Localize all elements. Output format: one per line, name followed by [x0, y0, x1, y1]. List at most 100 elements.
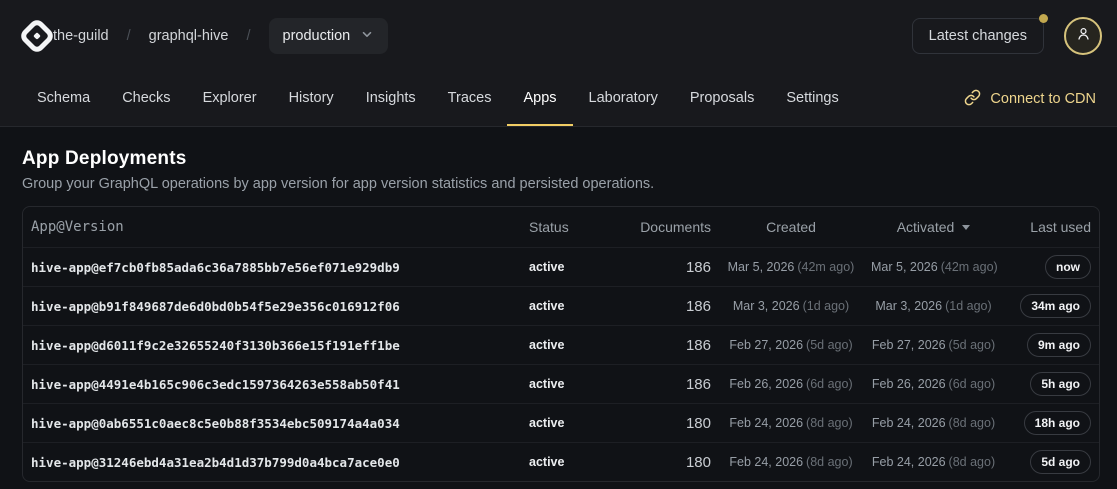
- activated-date: Feb 26, 2026: [872, 377, 946, 391]
- created-date: Feb 24, 2026: [729, 416, 803, 430]
- created-cell: Feb 24, 2026(8d ago): [711, 455, 871, 469]
- column-header-documents: Documents: [621, 219, 711, 235]
- tab-insights[interactable]: Insights: [350, 72, 432, 126]
- column-header-activated[interactable]: Activated: [871, 219, 996, 235]
- last-used-badge: 18h ago: [1024, 411, 1091, 435]
- created-date: Mar 3, 2026: [733, 299, 800, 313]
- activated-relative: (6d ago): [949, 377, 996, 391]
- created-cell: Mar 5, 2026(42m ago): [711, 260, 871, 274]
- last-used-badge: 34m ago: [1020, 294, 1091, 318]
- last-used-cell: 18h ago: [996, 411, 1099, 435]
- last-used-cell: 9m ago: [996, 333, 1099, 357]
- documents-count: 186: [621, 337, 711, 354]
- activated-sort-label: Activated: [897, 219, 955, 235]
- documents-count: 186: [621, 259, 711, 276]
- activated-relative: (1d ago): [945, 299, 992, 313]
- status-value: active: [521, 455, 621, 469]
- created-relative: (8d ago): [806, 455, 853, 469]
- created-date: Feb 24, 2026: [729, 455, 803, 469]
- notification-dot: [1039, 14, 1048, 23]
- tab-traces[interactable]: Traces: [432, 72, 508, 126]
- tab-checks[interactable]: Checks: [106, 72, 186, 126]
- app-version: hive-app@ef7cb0fb85ada6c36a7885bb7e56ef0…: [23, 260, 521, 275]
- tab-schema[interactable]: Schema: [21, 72, 106, 126]
- activated-cell: Feb 26, 2026(6d ago): [871, 377, 996, 391]
- activated-cell: Feb 24, 2026(8d ago): [871, 455, 996, 469]
- breadcrumb-separator: /: [246, 28, 250, 44]
- table-row[interactable]: hive-app@ef7cb0fb85ada6c36a7885bb7e56ef0…: [23, 247, 1099, 286]
- app-version: hive-app@31246ebd4a31ea2b4d1d37b799d0a4b…: [23, 455, 521, 470]
- created-cell: Feb 27, 2026(5d ago): [711, 338, 871, 352]
- created-cell: Mar 3, 2026(1d ago): [711, 299, 871, 313]
- activated-cell: Feb 27, 2026(5d ago): [871, 338, 996, 352]
- table-row[interactable]: hive-app@b91f849687de6d0bd0b54f5e29e356c…: [23, 286, 1099, 325]
- main-content: App Deployments Group your GraphQL opera…: [0, 148, 1117, 482]
- last-used-cell: 34m ago: [996, 294, 1099, 318]
- activated-date: Feb 27, 2026: [872, 338, 946, 352]
- sort-descending-icon: [962, 225, 970, 230]
- page-subtitle: Group your GraphQL operations by app ver…: [22, 176, 1100, 192]
- created-date: Feb 26, 2026: [729, 377, 803, 391]
- activated-date: Mar 5, 2026: [871, 260, 938, 274]
- user-icon: [1074, 24, 1093, 48]
- created-relative: (1d ago): [803, 299, 850, 313]
- breadcrumb: the-guild / graphql-hive / production: [53, 18, 388, 54]
- user-avatar[interactable]: [1064, 17, 1102, 55]
- activated-cell: Mar 5, 2026(42m ago): [871, 260, 996, 274]
- target-tabs: Schema Checks Explorer History Insights …: [0, 72, 1117, 126]
- activated-cell: Feb 24, 2026(8d ago): [871, 416, 996, 430]
- table-row[interactable]: hive-app@d6011f9c2e32655240f3130b366e15f…: [23, 325, 1099, 364]
- last-used-badge: 5h ago: [1030, 372, 1091, 396]
- activated-relative: (5d ago): [949, 338, 996, 352]
- last-used-badge: 5d ago: [1030, 450, 1091, 474]
- target-selector-label: production: [283, 28, 351, 44]
- top-header: the-guild / graphql-hive / production La…: [0, 0, 1117, 127]
- target-selector-dropdown[interactable]: production: [269, 18, 389, 54]
- tab-laboratory[interactable]: Laboratory: [573, 72, 674, 126]
- activated-relative: (8d ago): [949, 455, 996, 469]
- last-used-cell: 5d ago: [996, 450, 1099, 474]
- status-value: active: [521, 338, 621, 352]
- last-used-badge: now: [1045, 255, 1091, 279]
- activated-date: Feb 24, 2026: [872, 416, 946, 430]
- last-used-cell: now: [996, 255, 1099, 279]
- table-row[interactable]: hive-app@4491e4b165c906c3edc1597364263e5…: [23, 364, 1099, 403]
- column-header-last-used: Last used: [996, 219, 1099, 235]
- breadcrumb-org[interactable]: the-guild: [53, 28, 109, 44]
- created-date: Feb 27, 2026: [729, 338, 803, 352]
- status-value: active: [521, 299, 621, 313]
- activated-relative: (42m ago): [941, 260, 998, 274]
- created-cell: Feb 24, 2026(8d ago): [711, 416, 871, 430]
- status-value: active: [521, 260, 621, 274]
- tab-apps[interactable]: Apps: [507, 72, 572, 126]
- latest-changes-button[interactable]: Latest changes: [912, 18, 1044, 54]
- created-relative: (8d ago): [806, 416, 853, 430]
- status-value: active: [521, 377, 621, 391]
- table-row[interactable]: hive-app@31246ebd4a31ea2b4d1d37b799d0a4b…: [23, 442, 1099, 481]
- breadcrumb-project[interactable]: graphql-hive: [149, 28, 229, 44]
- table-row[interactable]: hive-app@0ab6551c0aec8c5e0b88f3534ebc509…: [23, 403, 1099, 442]
- documents-count: 186: [621, 298, 711, 315]
- app-version: hive-app@d6011f9c2e32655240f3130b366e15f…: [23, 338, 521, 353]
- tab-proposals[interactable]: Proposals: [674, 72, 770, 126]
- app-version: hive-app@b91f849687de6d0bd0b54f5e29e356c…: [23, 299, 521, 314]
- app-version: hive-app@4491e4b165c906c3edc1597364263e5…: [23, 377, 521, 392]
- tab-settings[interactable]: Settings: [770, 72, 854, 126]
- column-header-status: Status: [521, 219, 621, 235]
- activated-date: Mar 3, 2026: [875, 299, 942, 313]
- column-header-created: Created: [711, 219, 871, 235]
- last-used-cell: 5h ago: [996, 372, 1099, 396]
- connect-to-cdn-link[interactable]: Connect to CDN: [964, 72, 1096, 126]
- documents-count: 180: [621, 415, 711, 432]
- breadcrumb-separator: /: [127, 28, 131, 44]
- activated-date: Feb 24, 2026: [872, 455, 946, 469]
- activated-relative: (8d ago): [949, 416, 996, 430]
- hive-logo-icon[interactable]: [17, 16, 57, 56]
- created-cell: Feb 26, 2026(6d ago): [711, 377, 871, 391]
- table-header-row: App@Version Status Documents Created Act…: [23, 207, 1099, 247]
- link-icon: [964, 89, 981, 110]
- tab-history[interactable]: History: [273, 72, 350, 126]
- documents-count: 180: [621, 454, 711, 471]
- created-relative: (42m ago): [797, 260, 854, 274]
- tab-explorer[interactable]: Explorer: [187, 72, 273, 126]
